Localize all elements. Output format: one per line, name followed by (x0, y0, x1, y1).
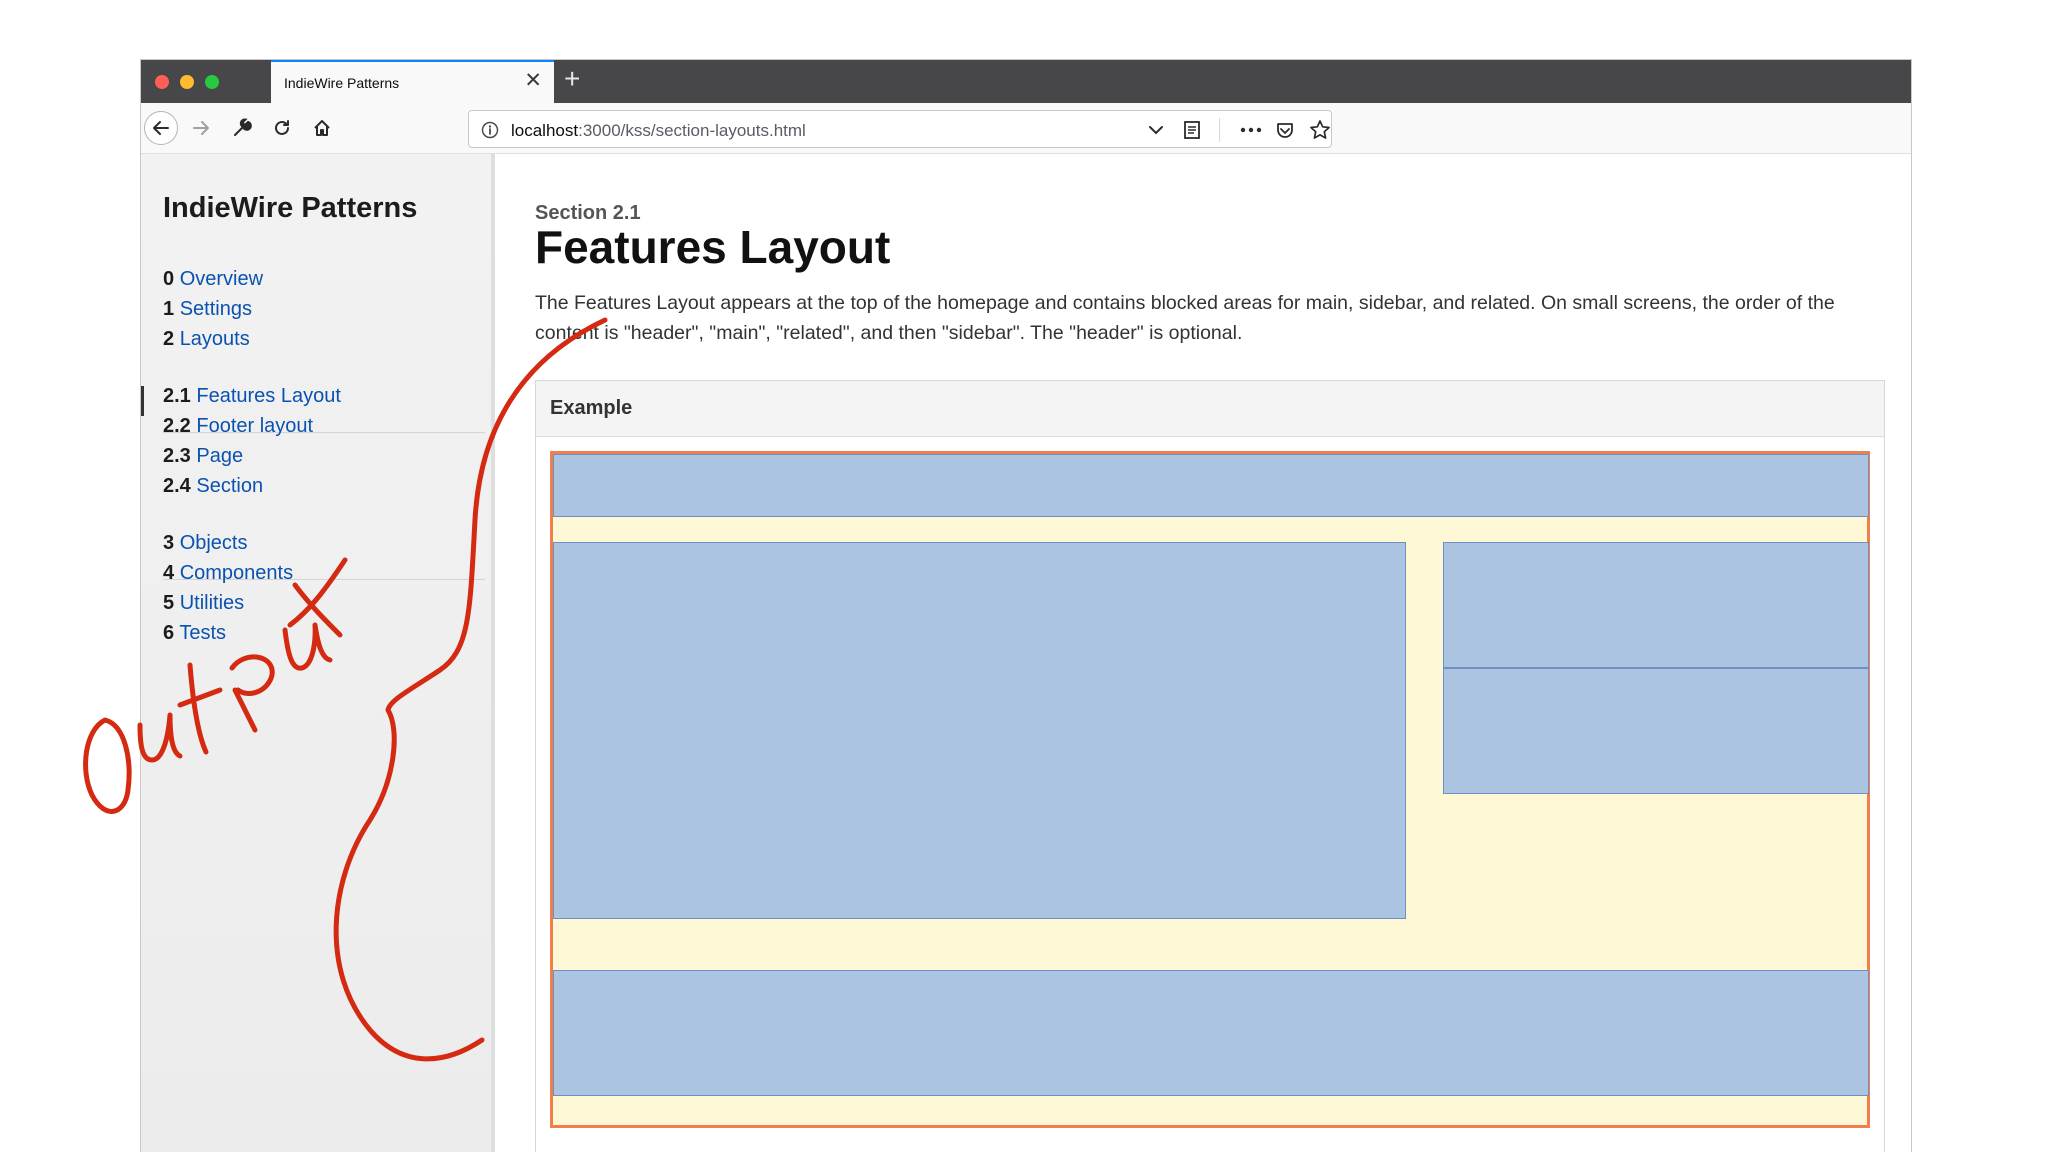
maximize-window-button[interactable] (205, 75, 219, 89)
main-content: Section 2.1 Features Layout The Features… (535, 154, 1911, 1152)
demo-sidebar-block (1443, 668, 1869, 794)
active-item-indicator (141, 386, 144, 416)
example-label: Example (550, 397, 633, 419)
page-title: Features Layout (535, 221, 891, 273)
developer-tools-button[interactable] (225, 111, 259, 145)
sidebar-group-main: 0 Overview 1 Settings 2 Layouts (163, 264, 263, 354)
arrow-right-icon (193, 121, 209, 135)
demo-header-block (553, 454, 1869, 517)
url-separator (1219, 118, 1220, 142)
url-path: :3000/kss/section-layouts.html (578, 121, 806, 140)
back-button[interactable] (144, 111, 178, 145)
tab-bar: IndieWire Patterns ✕ + (141, 60, 1911, 103)
sidebar-item-overview[interactable]: 0 Overview (163, 264, 263, 294)
sidebar-item-utilities[interactable]: 5 Utilities (163, 588, 293, 618)
sidebar-item-footer-layout[interactable]: 2.2 Footer layout (163, 411, 341, 441)
demo-related-block (553, 970, 1869, 1096)
tab-close-icon[interactable]: ✕ (524, 70, 542, 91)
sidebar-group-more: 3 Objects 4 Components 5 Utilities 6 Tes… (163, 528, 293, 648)
sidebar: IndieWire Patterns 0 Overview 1 Settings… (141, 154, 495, 1152)
example-header: Example (536, 381, 1884, 437)
tab-title: IndieWire Patterns (284, 75, 400, 91)
sidebar-item-page[interactable]: 2.3 Page (163, 441, 341, 471)
sidebar-item-settings[interactable]: 1 Settings (163, 294, 263, 324)
home-icon (314, 120, 330, 136)
new-tab-button[interactable]: + (564, 65, 580, 93)
bookmark-star-icon[interactable] (1309, 119, 1331, 141)
demo-main-block (553, 542, 1406, 919)
sidebar-group-layouts: 2.1 Features Layout 2.2 Footer layout 2.… (163, 381, 341, 501)
close-window-button[interactable] (155, 75, 169, 89)
home-button[interactable] (305, 111, 339, 145)
more-actions-icon[interactable] (1239, 121, 1263, 139)
chevron-down-icon[interactable] (1147, 121, 1165, 139)
features-layout-demo (550, 451, 1870, 1128)
reload-icon (275, 120, 289, 135)
navigation-toolbar: localhost:3000/kss/section-layouts.html (141, 103, 1911, 154)
reader-view-icon[interactable] (1183, 120, 1201, 140)
arrow-left-icon (153, 121, 169, 135)
forward-button[interactable] (184, 111, 218, 145)
sidebar-item-tests[interactable]: 6 Tests (163, 618, 293, 648)
sidebar-item-section[interactable]: 2.4 Section (163, 471, 341, 501)
browser-window: IndieWire Patterns ✕ + localhost:3000/ks… (140, 59, 1912, 1152)
reload-button[interactable] (265, 111, 299, 145)
minimize-window-button[interactable] (180, 75, 194, 89)
wrench-icon (234, 118, 252, 136)
example-panel: Example (535, 380, 1885, 1152)
sidebar-item-features-layout[interactable]: 2.1 Features Layout (163, 381, 341, 411)
sidebar-item-objects[interactable]: 3 Objects (163, 528, 293, 558)
sidebar-brand: IndieWire Patterns (163, 192, 418, 224)
pocket-icon[interactable] (1275, 120, 1295, 140)
tab-indiewire-patterns[interactable]: IndieWire Patterns ✕ (271, 60, 554, 103)
section-description: The Features Layout appears at the top o… (535, 292, 1835, 344)
url-host: localhost (511, 121, 579, 140)
info-icon[interactable] (481, 121, 499, 139)
annotation-letter (83, 717, 132, 814)
sidebar-item-components[interactable]: 4 Components (163, 558, 293, 588)
sidebar-item-layouts[interactable]: 2 Layouts (163, 324, 263, 354)
address-bar[interactable]: localhost:3000/kss/section-layouts.html (468, 110, 1332, 148)
demo-sidebar-block (1443, 542, 1869, 668)
url-text[interactable]: localhost:3000/kss/section-layouts.html (511, 121, 806, 141)
